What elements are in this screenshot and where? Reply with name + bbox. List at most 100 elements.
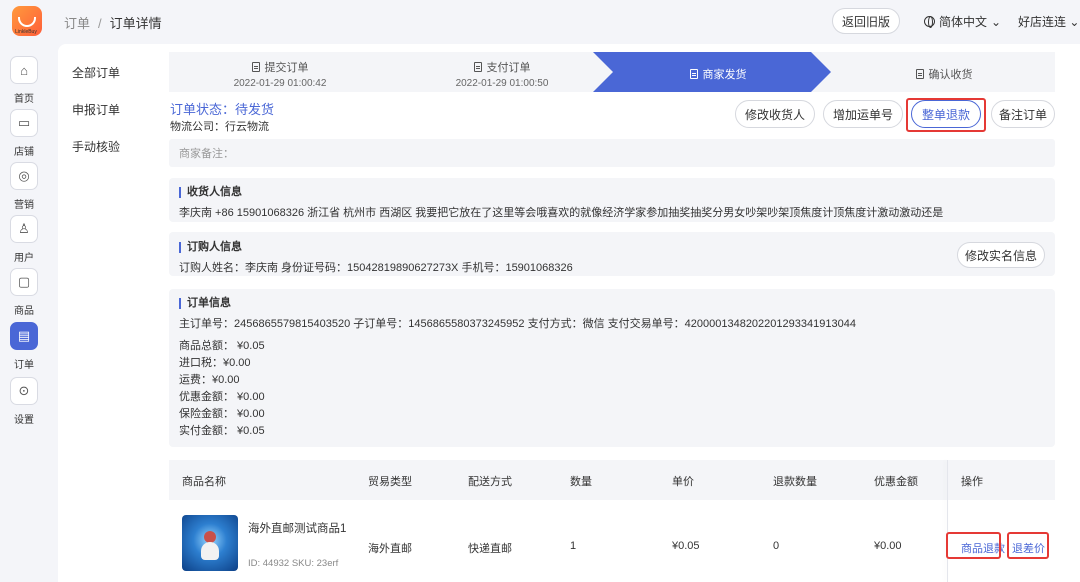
- rail-item-settings[interactable]: ⊙ 设置: [0, 377, 48, 429]
- buyer-info-title: 订购人信息: [179, 242, 242, 253]
- step-title: 支付订单: [486, 62, 531, 74]
- back-to-old-version-button[interactable]: 返回旧版: [832, 8, 900, 34]
- rail-label: 商品: [14, 306, 34, 317]
- rail-item-user[interactable]: ♙ 用户: [0, 215, 48, 267]
- step-title: 提交订单: [264, 62, 309, 74]
- step-confirm-receipt: 确认收货: [833, 52, 1055, 92]
- amount-shipping: 运费：¥0.00: [179, 374, 240, 386]
- product-name[interactable]: 海外直邮测试商品1: [248, 520, 346, 536]
- highlight-box: [906, 98, 986, 132]
- chevron-down-icon: ⌄: [991, 14, 1002, 29]
- receiver-info-line: 李庆南 +86 15901068326 浙江省 杭州市 西湖区 我要把它放在了这…: [179, 207, 944, 219]
- amount-import-tax: 进口税：¥0.00: [179, 357, 251, 369]
- amount-goods-total: 商品总额： ¥0.05: [179, 340, 265, 352]
- store-icon: ▭: [10, 109, 38, 137]
- home-icon: ⌂: [10, 56, 38, 84]
- highlight-box: [1007, 532, 1049, 559]
- logo-text: LinkleBuy: [15, 29, 37, 35]
- breadcrumb-current: 订单详情: [109, 16, 162, 31]
- rail-item-store[interactable]: ▭ 店铺: [0, 109, 48, 161]
- th-refund-qty: 退款数量: [773, 476, 817, 488]
- product-thumbnail[interactable]: [182, 515, 238, 571]
- shop-switcher[interactable]: 好店连连 ⌄: [1018, 13, 1079, 30]
- cell-quantity: 1: [570, 540, 577, 552]
- document-icon: [251, 62, 260, 72]
- document-icon: [915, 69, 924, 79]
- amount-insurance: 保险金额： ¥0.00: [179, 408, 265, 420]
- table-header: [169, 460, 1055, 500]
- language-label: 简体中文: [939, 15, 988, 29]
- step-date: 2022-01-29 01:00:50: [455, 78, 549, 89]
- step-pay-order: 支付订单 2022-01-29 01:00:50: [391, 52, 613, 92]
- merchant-note[interactable]: 商家备注：: [169, 139, 1055, 167]
- rail-item-home[interactable]: ⌂ 首页: [0, 56, 48, 108]
- highlight-box: [946, 532, 1001, 559]
- step-merchant-ship: 商家发货: [613, 52, 823, 92]
- order-info-card: 订单信息 主订单号：2456865579815403520 子订单号：14568…: [169, 289, 1055, 447]
- rail-label: 首页: [14, 94, 34, 105]
- rail-item-product[interactable]: ▢ 商品: [0, 268, 48, 320]
- rail-label: 用户: [14, 253, 34, 264]
- fixed-column-divider: [947, 460, 948, 582]
- step-submit-order: 提交订单 2022-01-29 01:00:42: [169, 52, 391, 92]
- rail-label: 设置: [14, 415, 34, 426]
- cell-delivery: 快递直邮: [468, 543, 512, 555]
- globe-icon: [924, 16, 935, 28]
- language-switcher[interactable]: 简体中文 ⌄: [924, 13, 1001, 30]
- amount-paid: 实付金额： ¥0.05: [179, 425, 265, 437]
- cell-refund-qty: 0: [773, 540, 780, 552]
- rail-label: 订单: [14, 360, 34, 371]
- rail-item-marketing[interactable]: ◎ 营销: [0, 162, 48, 214]
- amount-discount: 优惠金额： ¥0.00: [179, 391, 265, 403]
- product-table: 商品名称 贸易类型 配送方式 数量 单价 退款数量 优惠金额 操作 海外直邮测试…: [169, 460, 1055, 582]
- edit-realname-button[interactable]: 修改实名信息: [957, 242, 1045, 268]
- chevron-down-icon: ⌄: [1069, 15, 1080, 29]
- rail-item-order[interactable]: ▤ 订单: [0, 322, 48, 374]
- product-icon: ▢: [10, 268, 38, 296]
- note-order-button[interactable]: 备注订单: [991, 100, 1055, 128]
- buyer-info-line: 订购人姓名：李庆南 身份证号码：15042819890627273X 手机号：1…: [179, 262, 573, 274]
- shop-name: 好店连连: [1018, 15, 1067, 29]
- receiver-info-title: 收货人信息: [179, 187, 242, 198]
- th-quantity: 数量: [570, 476, 592, 488]
- buyer-info-card: 订购人信息 订购人姓名：李庆南 身份证号码：15042819890627273X…: [169, 232, 1055, 276]
- th-discount: 优惠金额: [874, 476, 918, 488]
- step-title: 商家发货: [702, 69, 747, 81]
- step-title: 确认收货: [928, 69, 973, 81]
- rail-label: 店铺: [14, 147, 34, 158]
- order-info-title: 订单信息: [179, 298, 231, 309]
- cell-discount: ¥0.00: [874, 540, 902, 552]
- subnav-manual-verify[interactable]: 手动核验: [72, 138, 120, 175]
- product-meta: ID: 44932 SKU: 23erf: [248, 558, 339, 569]
- left-rail: LinkleBuy ⌂ 首页 ▭ 店铺 ◎ 营销 ♙ 用户 ▢ 商品 ▤ 订单 …: [0, 0, 48, 582]
- settings-icon: ⊙: [10, 377, 38, 405]
- cell-unit-price: ¥0.05: [672, 540, 700, 552]
- subnav-all-orders[interactable]: 全部订单: [72, 64, 120, 101]
- subnav-declared-orders[interactable]: 申报订单: [72, 101, 120, 138]
- status-label: 订单状态：: [170, 102, 236, 117]
- order-subnav: 全部订单 申报订单 手动核验: [72, 64, 120, 175]
- th-actions: 操作: [961, 476, 983, 488]
- main-panel: 全部订单 申报订单 手动核验 提交订单 2022-01-29 01:00:42 …: [58, 44, 1080, 582]
- order-info-line: 主订单号：2456865579815403520 子订单号：1456865580…: [179, 318, 856, 330]
- breadcrumb-separator: /: [98, 16, 102, 31]
- edit-receiver-button[interactable]: 修改收货人: [735, 100, 815, 128]
- breadcrumb-root[interactable]: 订单: [64, 16, 90, 31]
- status-value: 待发货: [235, 102, 275, 117]
- th-unit-price: 单价: [672, 476, 694, 488]
- order-icon: ▤: [10, 322, 38, 350]
- marketing-icon: ◎: [10, 162, 38, 190]
- order-status: 订单状态：待发货: [170, 99, 274, 118]
- th-delivery: 配送方式: [468, 476, 512, 488]
- logistics-company: 物流公司：行云物流: [170, 121, 269, 133]
- top-bar: 订单 / 订单详情 返回旧版 简体中文 ⌄ 好店连连 ⌄: [48, 0, 1080, 42]
- cell-trade-type: 海外直邮: [368, 543, 412, 555]
- rail-label: 营销: [14, 200, 34, 211]
- user-icon: ♙: [10, 215, 38, 243]
- th-product-name: 商品名称: [182, 476, 226, 488]
- th-trade-type: 贸易类型: [368, 476, 412, 488]
- receiver-info-card: 收货人信息 李庆南 +86 15901068326 浙江省 杭州市 西湖区 我要…: [169, 178, 1055, 222]
- add-tracking-button[interactable]: 增加运单号: [823, 100, 903, 128]
- step-date: 2022-01-29 01:00:42: [233, 78, 327, 89]
- document-icon: [473, 62, 482, 72]
